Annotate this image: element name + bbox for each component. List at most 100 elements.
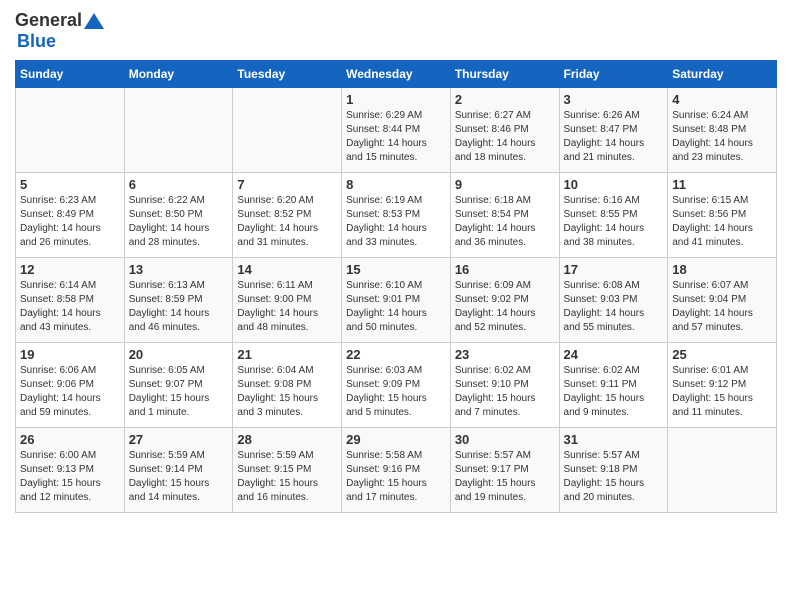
day-info: Sunrise: 6:26 AM Sunset: 8:47 PM Dayligh…: [564, 109, 664, 165]
day-number: 18: [672, 262, 772, 277]
day-number: 11: [672, 177, 772, 192]
day-number: 24: [564, 347, 664, 362]
day-number: 30: [455, 432, 555, 447]
column-header-wednesday: Wednesday: [342, 61, 451, 88]
column-header-tuesday: Tuesday: [233, 61, 342, 88]
day-number: 14: [237, 262, 337, 277]
calendar-cell: 19Sunrise: 6:06 AM Sunset: 9:06 PM Dayli…: [16, 343, 125, 428]
day-info: Sunrise: 6:04 AM Sunset: 9:08 PM Dayligh…: [237, 364, 337, 420]
day-info: Sunrise: 5:59 AM Sunset: 9:14 PM Dayligh…: [129, 449, 229, 505]
calendar-cell: 4 Sunrise: 6:24 AM Sunset: 8:48 PM Daylig…: [668, 88, 777, 173]
calendar-cell: 6Sunrise: 6:22 AM Sunset: 8:50 PM Daylig…: [124, 173, 233, 258]
day-number: 10: [564, 177, 664, 192]
calendar-cell: 2Sunrise: 6:27 AM Sunset: 8:46 PM Daylig…: [450, 88, 559, 173]
day-info: Sunrise: 6:05 AM Sunset: 9:07 PM Dayligh…: [129, 364, 229, 420]
header-row: SundayMondayTuesdayWednesdayThursdayFrid…: [16, 61, 777, 88]
day-number: 1: [346, 92, 446, 107]
week-row-2: 5 Sunrise: 6:23 AM Sunset: 8:49 PM Daylig…: [16, 173, 777, 258]
day-number: 8: [346, 177, 446, 192]
day-info: Sunrise: 6:27 AM Sunset: 8:46 PM Dayligh…: [455, 109, 555, 165]
calendar-cell: 14 Sunrise: 6:11 AM Sunset: 9:00 PM Dayli…: [233, 258, 342, 343]
day-info: Sunrise: 5:59 AM Sunset: 9:15 PM Dayligh…: [237, 449, 337, 505]
calendar-cell: 23 Sunrise: 6:02 AM Sunset: 9:10 PM Dayli…: [450, 343, 559, 428]
day-number: 6: [129, 177, 229, 192]
logo-icon: [84, 11, 104, 31]
day-info: Sunrise: 6:09 AM Sunset: 9:02 PM Dayligh…: [455, 279, 555, 335]
column-header-saturday: Saturday: [668, 61, 777, 88]
day-number: 28: [237, 432, 337, 447]
calendar-cell: 20 Sunrise: 6:05 AM Sunset: 9:07 PM Dayli…: [124, 343, 233, 428]
calendar-cell: 29 Sunrise: 5:58 AM Sunset: 9:16 PM Dayli…: [342, 428, 451, 513]
day-number: 12: [20, 262, 120, 277]
calendar-cell: 5 Sunrise: 6:23 AM Sunset: 8:49 PM Daylig…: [16, 173, 125, 258]
calendar-cell: 15Sunrise: 6:10 AM Sunset: 9:01 PM Dayli…: [342, 258, 451, 343]
calendar-cell: 7 Sunrise: 6:20 AM Sunset: 8:52 PM Daylig…: [233, 173, 342, 258]
logo-general-text: General: [15, 10, 82, 31]
calendar-cell: [16, 88, 125, 173]
day-info: Sunrise: 6:16 AM Sunset: 8:55 PM Dayligh…: [564, 194, 664, 250]
day-info: Sunrise: 6:07 AM Sunset: 9:04 PM Dayligh…: [672, 279, 772, 335]
calendar-cell: 21Sunrise: 6:04 AM Sunset: 9:08 PM Dayli…: [233, 343, 342, 428]
column-header-thursday: Thursday: [450, 61, 559, 88]
day-number: 9: [455, 177, 555, 192]
day-number: 29: [346, 432, 446, 447]
calendar-cell: 8Sunrise: 6:19 AM Sunset: 8:53 PM Daylig…: [342, 173, 451, 258]
calendar-cell: 1 Sunrise: 6:29 AM Sunset: 8:44 PM Daylig…: [342, 88, 451, 173]
week-row-1: 1 Sunrise: 6:29 AM Sunset: 8:44 PM Daylig…: [16, 88, 777, 173]
day-number: 31: [564, 432, 664, 447]
day-info: Sunrise: 6:14 AM Sunset: 8:58 PM Dayligh…: [20, 279, 120, 335]
day-number: 5: [20, 177, 120, 192]
day-number: 16: [455, 262, 555, 277]
day-number: 25: [672, 347, 772, 362]
logo: General Blue: [15, 10, 104, 52]
week-row-5: 26 Sunrise: 6:00 AM Sunset: 9:13 PM Dayli…: [16, 428, 777, 513]
day-number: 20: [129, 347, 229, 362]
day-number: 3: [564, 92, 664, 107]
calendar-cell: [124, 88, 233, 173]
day-number: 7: [237, 177, 337, 192]
page-header: General Blue: [15, 10, 777, 52]
day-number: 15: [346, 262, 446, 277]
logo-blue-text: Blue: [17, 31, 56, 52]
calendar-cell: 25Sunrise: 6:01 AM Sunset: 9:12 PM Dayli…: [668, 343, 777, 428]
day-info: Sunrise: 6:00 AM Sunset: 9:13 PM Dayligh…: [20, 449, 120, 505]
day-info: Sunrise: 5:57 AM Sunset: 9:17 PM Dayligh…: [455, 449, 555, 505]
day-info: Sunrise: 6:03 AM Sunset: 9:09 PM Dayligh…: [346, 364, 446, 420]
day-info: Sunrise: 6:24 AM Sunset: 8:48 PM Dayligh…: [672, 109, 772, 165]
calendar-table: SundayMondayTuesdayWednesdayThursdayFrid…: [15, 60, 777, 513]
calendar-cell: 28 Sunrise: 5:59 AM Sunset: 9:15 PM Dayli…: [233, 428, 342, 513]
calendar-cell: [233, 88, 342, 173]
day-number: 22: [346, 347, 446, 362]
column-header-monday: Monday: [124, 61, 233, 88]
day-info: Sunrise: 5:57 AM Sunset: 9:18 PM Dayligh…: [564, 449, 664, 505]
calendar-cell: 3 Sunrise: 6:26 AM Sunset: 8:47 PM Daylig…: [559, 88, 668, 173]
day-number: 27: [129, 432, 229, 447]
day-number: 17: [564, 262, 664, 277]
column-header-friday: Friday: [559, 61, 668, 88]
calendar-cell: 26 Sunrise: 6:00 AM Sunset: 9:13 PM Dayli…: [16, 428, 125, 513]
day-number: 26: [20, 432, 120, 447]
day-info: Sunrise: 6:23 AM Sunset: 8:49 PM Dayligh…: [20, 194, 120, 250]
day-number: 13: [129, 262, 229, 277]
calendar-cell: 31 Sunrise: 5:57 AM Sunset: 9:18 PM Dayli…: [559, 428, 668, 513]
calendar-cell: 30 Sunrise: 5:57 AM Sunset: 9:17 PM Dayli…: [450, 428, 559, 513]
calendar-cell: 16 Sunrise: 6:09 AM Sunset: 9:02 PM Dayli…: [450, 258, 559, 343]
day-info: Sunrise: 6:11 AM Sunset: 9:00 PM Dayligh…: [237, 279, 337, 335]
day-number: 4: [672, 92, 772, 107]
calendar-cell: 9Sunrise: 6:18 AM Sunset: 8:54 PM Daylig…: [450, 173, 559, 258]
calendar-cell: 10 Sunrise: 6:16 AM Sunset: 8:55 PM Dayli…: [559, 173, 668, 258]
day-info: Sunrise: 6:02 AM Sunset: 9:10 PM Dayligh…: [455, 364, 555, 420]
calendar-cell: 11 Sunrise: 6:15 AM Sunset: 8:56 PM Dayli…: [668, 173, 777, 258]
calendar-header: SundayMondayTuesdayWednesdayThursdayFrid…: [16, 61, 777, 88]
day-info: Sunrise: 6:08 AM Sunset: 9:03 PM Dayligh…: [564, 279, 664, 335]
day-info: Sunrise: 6:02 AM Sunset: 9:11 PM Dayligh…: [564, 364, 664, 420]
calendar-cell: 18 Sunrise: 6:07 AM Sunset: 9:04 PM Dayli…: [668, 258, 777, 343]
week-row-3: 12 Sunrise: 6:14 AM Sunset: 8:58 PM Dayli…: [16, 258, 777, 343]
week-row-4: 19Sunrise: 6:06 AM Sunset: 9:06 PM Dayli…: [16, 343, 777, 428]
day-info: Sunrise: 6:20 AM Sunset: 8:52 PM Dayligh…: [237, 194, 337, 250]
day-number: 23: [455, 347, 555, 362]
calendar-cell: 22 Sunrise: 6:03 AM Sunset: 9:09 PM Dayli…: [342, 343, 451, 428]
day-info: Sunrise: 6:15 AM Sunset: 8:56 PM Dayligh…: [672, 194, 772, 250]
day-info: Sunrise: 5:58 AM Sunset: 9:16 PM Dayligh…: [346, 449, 446, 505]
day-info: Sunrise: 6:29 AM Sunset: 8:44 PM Dayligh…: [346, 109, 446, 165]
